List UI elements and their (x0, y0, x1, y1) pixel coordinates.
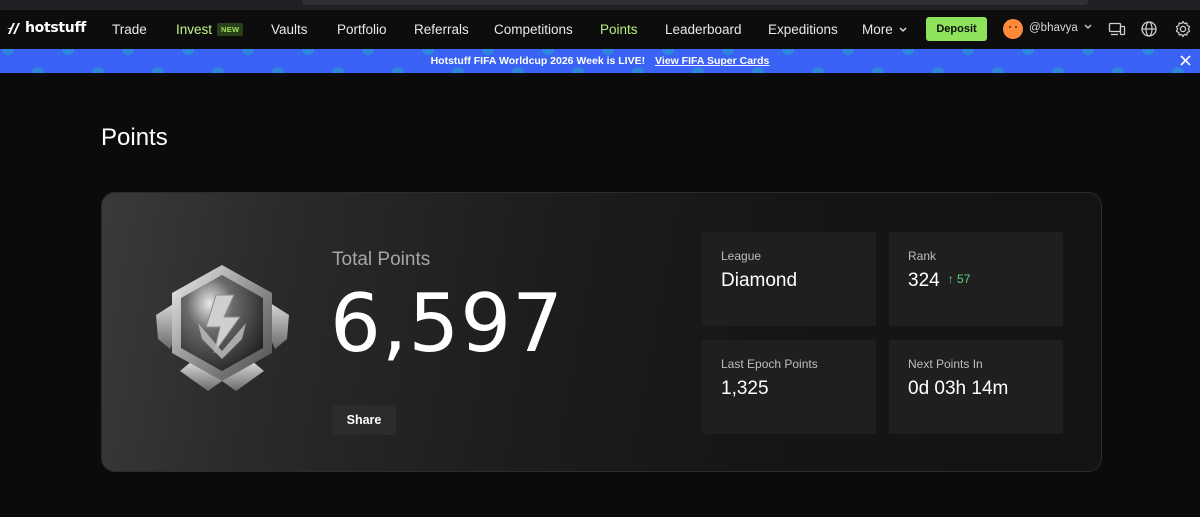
user-menu[interactable]: @bhavya (1029, 22, 1092, 34)
stat-next-points-value: 0d 03h 14m (908, 378, 1009, 399)
stat-next-points: Next Points In 0d 03h 14m (889, 340, 1063, 434)
nav-invest[interactable]: Invest NEW (176, 22, 244, 37)
stat-rank-label: Rank (908, 249, 937, 263)
stat-last-epoch: Last Epoch Points 1,325 (702, 340, 876, 434)
stat-last-epoch-label: Last Epoch Points (721, 357, 818, 371)
rank-change: ↑ 57 (947, 272, 971, 286)
chevron-down-icon (1084, 24, 1092, 29)
brand-logo[interactable]: hotstuff (7, 20, 86, 36)
nav-competitions[interactable]: Competitions (494, 22, 573, 37)
announcement-banner: Hotstuff FIFA Worldcup 2026 Week is LIVE… (0, 49, 1200, 73)
deposit-button[interactable]: Deposit (926, 17, 987, 41)
close-icon[interactable] (1179, 54, 1192, 67)
logo-mark-icon (7, 23, 20, 34)
nav-portfolio[interactable]: Portfolio (337, 22, 387, 37)
nav-referrals[interactable]: Referrals (414, 22, 469, 37)
avatar[interactable] (1003, 19, 1023, 39)
username: @bhavya (1029, 22, 1078, 34)
stat-rank: Rank 324 ↑ 57 (889, 232, 1063, 326)
banner-link[interactable]: View FIFA Super Cards (655, 55, 769, 67)
address-bar (302, 0, 1088, 5)
share-button[interactable]: Share (332, 405, 396, 435)
top-navbar: hotstuff Trade Invest NEW Vaults Portfoli… (0, 10, 1200, 49)
banner-text: Hotstuff FIFA Worldcup 2026 Week is LIVE… (430, 55, 646, 67)
diamond-league-medal-icon (156, 265, 289, 391)
total-points-value: 6,597 (330, 277, 565, 370)
chevron-down-icon (899, 27, 907, 32)
stat-next-points-label: Next Points In (908, 357, 983, 371)
stat-league-label: League (721, 249, 762, 263)
stat-rank-value-row: 324 ↑ 57 (908, 270, 970, 292)
nav-vaults[interactable]: Vaults (271, 22, 308, 37)
globe-icon[interactable] (1140, 20, 1158, 38)
nav-expeditions[interactable]: Expeditions (768, 22, 838, 37)
devices-icon[interactable] (1108, 20, 1126, 38)
gear-icon[interactable] (1174, 20, 1192, 38)
browser-strip (0, 0, 1200, 10)
page-title: Points (101, 124, 168, 151)
stat-league: League Diamond (702, 232, 876, 326)
nav-more[interactable]: More (862, 22, 907, 37)
stat-league-value: Diamond (721, 270, 798, 291)
nav-points[interactable]: Points (600, 22, 638, 37)
brand-name: hotstuff (25, 20, 87, 36)
nav-leaderboard[interactable]: Leaderboard (665, 22, 742, 37)
banner-message: Hotstuff FIFA Worldcup 2026 Week is LIVE… (431, 55, 770, 67)
nav-invest-label: Invest (176, 22, 213, 37)
total-points-label: Total Points (332, 249, 431, 270)
points-card: Total Points 6,597 Share League Diamond … (101, 192, 1102, 472)
stat-rank-value: 324 (908, 270, 940, 291)
stat-last-epoch-value: 1,325 (721, 378, 769, 399)
nav-more-label: More (862, 22, 893, 37)
nav-trade[interactable]: Trade (112, 22, 147, 37)
new-badge: NEW (217, 23, 244, 36)
